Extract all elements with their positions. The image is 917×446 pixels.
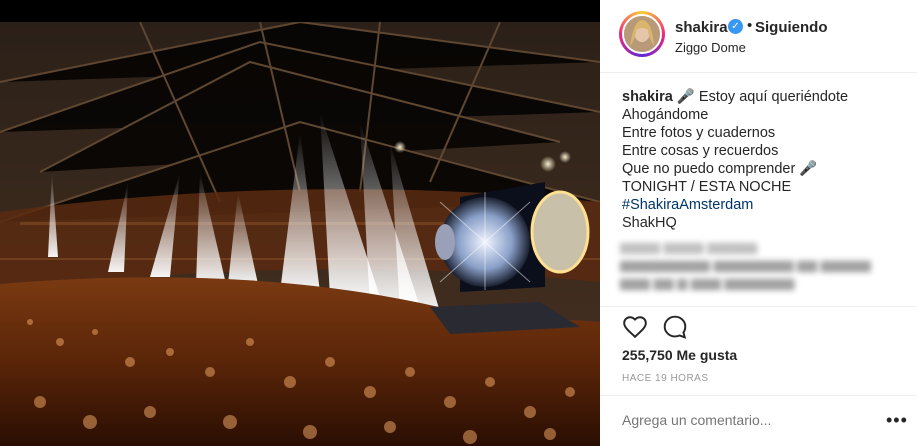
follow-status-button[interactable]: Siguiendo: [755, 19, 828, 36]
separator-dot: •: [747, 17, 753, 34]
verified-badge-icon: ✓: [728, 19, 743, 34]
post-username[interactable]: shakira: [675, 19, 728, 36]
post-frame: shakira ✓ • Siguiendo Ziggo Dome shakira…: [0, 0, 917, 446]
blurred-line: ▆▆▆▆▆▆▆▆▆ ▆▆▆▆▆▆▆▆ ▆▆ ▆▆▆▆▆: [620, 257, 871, 272]
post-photo[interactable]: [0, 22, 600, 446]
divider: [600, 395, 917, 396]
caption-line-2: Ahogándome: [622, 107, 709, 123]
story-ring[interactable]: [619, 11, 665, 57]
comment-bubble-icon[interactable]: [662, 314, 688, 340]
blurred-line: ▆▆▆ ▆▆ ▆ ▆▆▆ ▆▆▆▆▆▆▆: [620, 275, 795, 290]
caption-hashtag[interactable]: #ShakiraAmsterdam: [622, 196, 902, 214]
caption-line-8: ShakHQ: [622, 215, 677, 231]
caption-text-1: 🎤 Estoy aquí queriéndote: [676, 89, 849, 105]
caption-line-1: shakira 🎤 Estoy aquí queriéndote: [622, 88, 902, 106]
blurred-comments: ▆▆▆▆ ▆▆▆▆ ▆▆▆▆▆ ▆▆▆▆▆▆▆▆▆ ▆▆▆▆▆▆▆▆ ▆▆ ▆▆…: [620, 238, 905, 306]
post-side-panel: shakira ✓ • Siguiendo Ziggo Dome shakira…: [600, 0, 917, 446]
post-header: shakira ✓ • Siguiendo Ziggo Dome: [600, 0, 917, 73]
avatar[interactable]: [622, 14, 662, 54]
caption-line-5: Que no puedo comprender 🎤: [622, 161, 818, 177]
post-timestamp[interactable]: HACE 19 HORAS: [622, 373, 709, 384]
comment-input[interactable]: [622, 412, 872, 428]
concert-photo-illustration: [0, 22, 600, 446]
post-caption: shakira 🎤 Estoy aquí queriéndote Ahogánd…: [622, 88, 902, 232]
caption-username[interactable]: shakira: [622, 89, 673, 105]
caption-line-4: Entre cosas y recuerdos: [622, 143, 779, 159]
heart-icon[interactable]: [622, 314, 648, 340]
caption-line-6: TONIGHT / ESTA NOCHE: [622, 179, 792, 195]
blurred-line: ▆▆▆▆ ▆▆▆▆ ▆▆▆▆▆: [620, 239, 758, 254]
likes-count[interactable]: 255,750 Me gusta: [622, 347, 737, 363]
more-dots-icon[interactable]: •••: [886, 410, 908, 431]
avatar-portrait-icon: [624, 16, 660, 52]
caption-line-3: Entre fotos y cuadernos: [622, 125, 776, 141]
post-location[interactable]: Ziggo Dome: [675, 40, 746, 55]
divider: [600, 306, 917, 307]
